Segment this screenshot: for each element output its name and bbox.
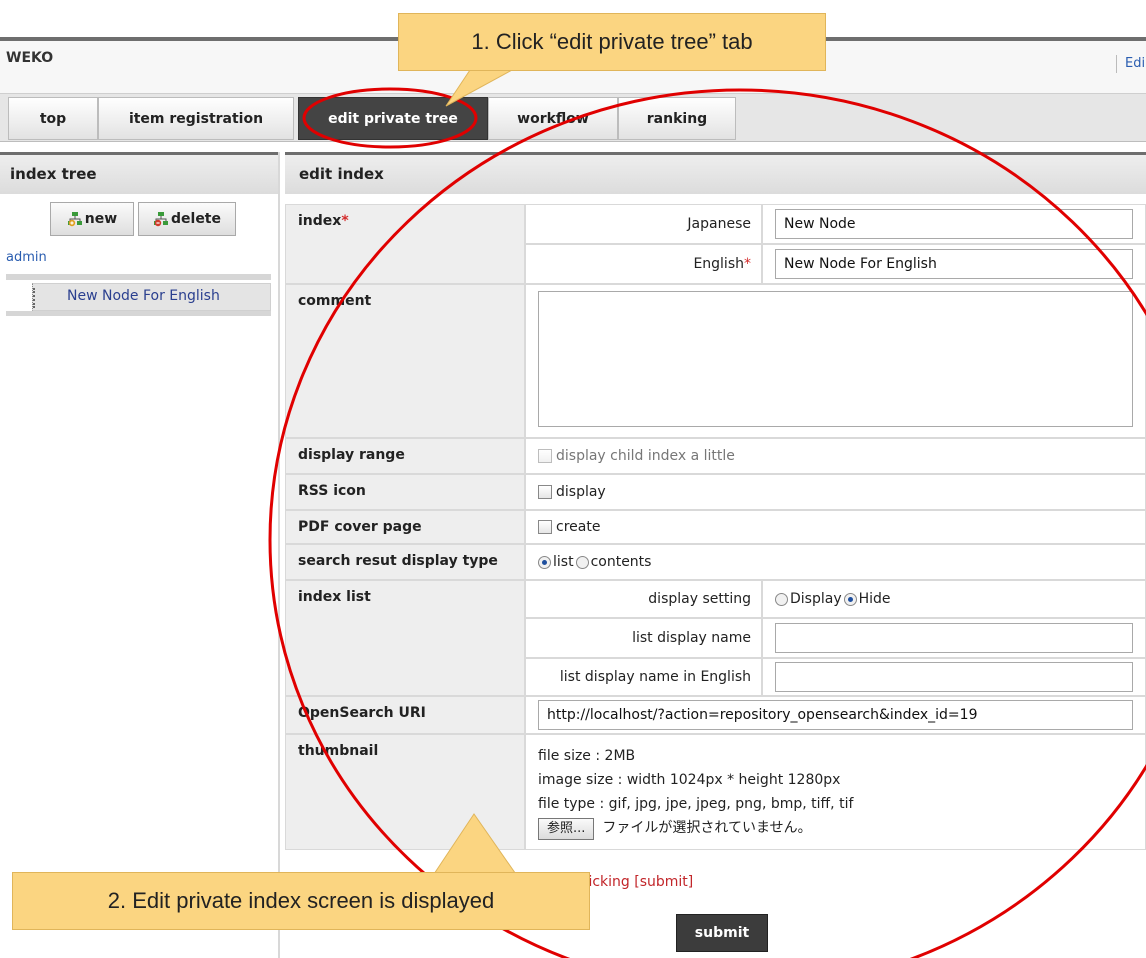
english-name-input[interactable]: New Node For English (775, 249, 1133, 279)
tab-ranking[interactable]: ranking (618, 97, 736, 140)
search-type-cell: list contents (525, 544, 1146, 580)
english-label-text: English (693, 256, 744, 272)
contents-radio-label: contents (590, 554, 652, 570)
delete-button[interactable]: delete (138, 202, 236, 236)
display-range-option: display child index a little (556, 448, 735, 464)
display-range-checkbox[interactable] (538, 449, 552, 463)
tab-item-registration[interactable]: item registration (98, 97, 294, 140)
tree-root-admin[interactable]: admin (6, 250, 47, 265)
edit-index-title: edit index (285, 152, 1146, 194)
index-label-text: index (298, 213, 342, 229)
rss-label: RSS icon (285, 474, 525, 510)
file-chooser: 参照... ファイルが選択されていません。 (538, 816, 1134, 840)
new-button-label: new (84, 211, 118, 227)
comment-cell (525, 284, 1146, 438)
list-radio[interactable] (538, 555, 551, 569)
pane-divider (278, 152, 280, 958)
image-size-text: image size : width 1024px * height 1280p… (538, 772, 841, 788)
display-radio[interactable] (775, 592, 788, 606)
required-mark-english: * (744, 256, 751, 272)
index-label: index* (285, 204, 525, 284)
drag-handle-icon[interactable] (33, 288, 37, 308)
list-display-name-en-label: list display name in English (525, 658, 762, 696)
new-button[interactable]: new (50, 202, 134, 236)
hide-radio-label: Hide (858, 591, 891, 607)
opensearch-uri-input[interactable]: http://localhost/?action=repository_open… (538, 700, 1133, 730)
display-setting-cell: Display Hide (762, 580, 1146, 618)
site-brand: WEKO (6, 50, 54, 66)
display-radio-label: Display (790, 591, 842, 607)
rss-cell: display (525, 474, 1146, 510)
list-display-name-cell (762, 618, 1146, 658)
english-label: English * (525, 244, 762, 284)
display-range-cell: display child index a little (525, 438, 1146, 474)
pdf-cover-cell: create (525, 510, 1146, 544)
opensearch-cell: http://localhost/?action=repository_open… (525, 696, 1146, 734)
hide-radio[interactable] (843, 592, 857, 606)
tree-bar (6, 274, 271, 280)
file-size-text: file size : 2MB (538, 748, 636, 764)
comment-label: comment (285, 284, 525, 438)
list-radio-label: list (553, 554, 574, 570)
thumbnail-label: thumbnail (285, 734, 525, 850)
pdf-cover-checkbox[interactable] (538, 520, 552, 534)
thumbnail-info: file size : 2MB image size : width 1024p… (526, 738, 1146, 850)
required-mark: * (341, 213, 349, 229)
japanese-cell: New Node (762, 204, 1146, 244)
tab-workflow[interactable]: workflow (488, 97, 618, 140)
contents-radio[interactable] (575, 555, 589, 569)
display-range-label: display range (285, 438, 525, 474)
tree-bar-bottom (6, 311, 271, 316)
rss-option: display (556, 484, 606, 500)
pdf-cover-label: PDF cover page (285, 510, 525, 544)
japanese-name-input[interactable]: New Node (775, 209, 1133, 239)
index-list-label: index list (285, 580, 525, 696)
list-display-name-en-input[interactable] (775, 662, 1133, 692)
delete-button-label: delete (171, 211, 221, 227)
list-display-name-en-cell (762, 658, 1146, 696)
no-file-text: ファイルが選択されていません。 (602, 820, 812, 836)
browse-button[interactable]: 参照... (538, 818, 595, 840)
submit-button[interactable]: submit (676, 914, 768, 952)
japanese-label: Japanese (525, 204, 762, 244)
step2-callout: 2. Edit private index screen is displaye… (12, 872, 590, 930)
index-tree-title: index tree (0, 152, 278, 194)
file-type-text: file type : gif, jpg, jpe, jpeg, png, bm… (538, 796, 854, 812)
tree-delete-icon (153, 211, 169, 227)
list-display-name-input[interactable] (775, 623, 1133, 653)
comment-textarea[interactable] (538, 291, 1133, 427)
step1-callout: 1. Click “edit private tree” tab (398, 13, 826, 71)
opensearch-label: OpenSearch URI (285, 696, 525, 734)
tree-node[interactable]: New Node For English (32, 283, 271, 311)
tab-top[interactable]: top (8, 97, 98, 140)
english-cell: New Node For English (762, 244, 1146, 284)
list-display-name-label: list display name (525, 618, 762, 658)
edit-link[interactable]: Edi (1116, 55, 1146, 73)
rss-checkbox[interactable] (538, 485, 552, 499)
pdf-cover-option: create (556, 519, 601, 535)
display-setting-label: display setting (525, 580, 762, 618)
tab-edit-private-tree[interactable]: edit private tree (298, 97, 488, 140)
tree-add-icon (67, 211, 83, 227)
search-type-label: search resut display type (285, 544, 525, 580)
